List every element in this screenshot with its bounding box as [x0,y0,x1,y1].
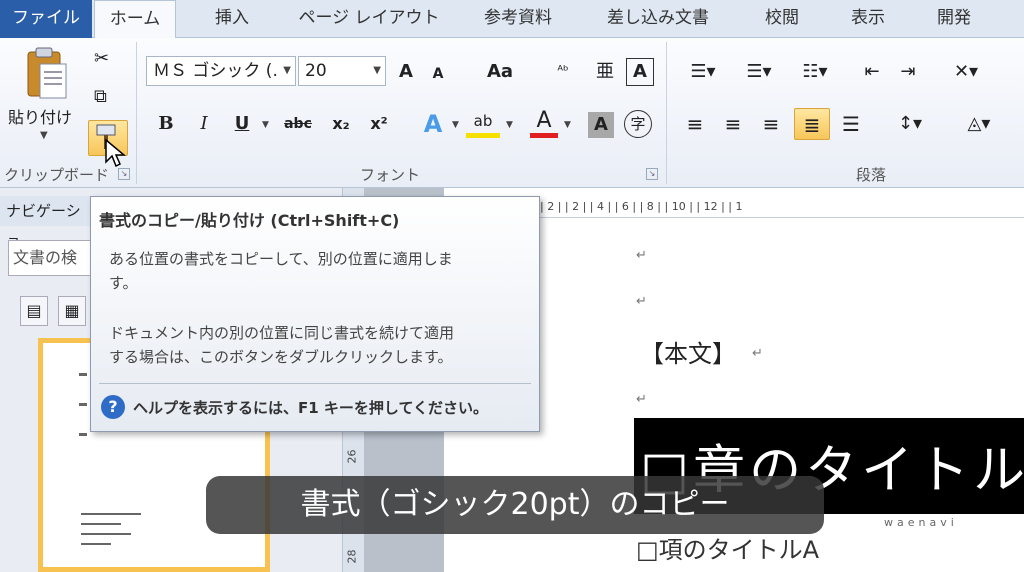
increase-indent-icon[interactable]: ⇥ [894,56,922,88]
tooltip-divider [99,383,531,384]
chevron-down-icon[interactable]: ▼ [564,120,571,130]
align-left-icon[interactable]: ≡ [680,108,710,140]
honbun-heading[interactable]: 【本文】 [640,334,736,369]
paste-button-label[interactable]: 貼り付け [8,104,72,128]
tooltip-body-line: す。 [109,274,138,292]
section-title-text[interactable]: □項のタイトルA [636,530,819,565]
chevron-down-icon[interactable]: ▼ [506,120,513,130]
nav-search-input[interactable]: 文書の検 [8,240,92,276]
tooltip-body-line: ドキュメント内の別の位置に同じ書式を続けて適用 [109,324,455,342]
align-center-icon[interactable]: ≡ [718,108,748,140]
clipboard-group-label: クリップボード [4,166,110,184]
phonetic-guide-button[interactable]: 亜 [590,56,620,88]
nav-pages-icon[interactable]: ▦ [58,296,86,326]
tab-references[interactable]: 参考資料 [466,0,570,38]
subscript-button[interactable]: x₂ [326,108,356,140]
underline-button[interactable]: U [228,108,256,140]
tab-insert[interactable]: 挿入 [196,0,268,38]
tab-file[interactable]: ファイル [0,0,92,38]
grow-font-button[interactable]: A [392,56,420,88]
font-name-combo[interactable]: ＭＳ ゴシック (. ▼ [146,56,296,86]
paragraph-mark: ↵ [752,346,763,361]
numbering-icon[interactable]: ☰▾ [736,56,782,88]
group-divider [136,42,137,184]
text-effect-button[interactable]: A [418,108,448,140]
font-launcher-icon[interactable]: ↘ [646,168,658,180]
character-border-button[interactable]: A [626,58,654,86]
nav-headings-icon[interactable]: ▤ [20,296,48,326]
enclose-character-button[interactable]: 字 [624,110,652,138]
justify-icon[interactable]: ≣ [794,108,830,140]
bullets-icon[interactable]: ☰▾ [680,56,726,88]
font-size-value: 20 [305,61,327,81]
video-caption: 書式（ゴシック20pt）のコピー [206,476,824,534]
watermark: waenavi [884,516,958,529]
clipboard-launcher-icon[interactable]: ↘ [118,168,130,180]
decrease-indent-icon[interactable]: ⇤ [858,56,886,88]
paragraph-mark: ↵ [636,248,647,263]
highlight-button[interactable]: ab [466,108,500,138]
tooltip-body-1: ある位置の書式をコピーして、別の位置に適用しま す。 [109,247,519,295]
italic-button[interactable]: I [190,108,218,140]
font-color-button[interactable]: A [530,108,558,138]
chevron-down-icon[interactable]: ▼ [373,57,381,85]
paste-icon[interactable] [24,46,68,102]
thumbnail-text-line [81,533,131,535]
tab-mailings[interactable]: 差し込み文書 [588,0,728,38]
tab-home[interactable]: ホーム [94,0,176,39]
ribbon: 貼り付け ▼ ✂ ⧉ クリップボード ↘ ＭＳ ゴシック (. ▼ 20 ▼ A… [0,38,1024,188]
tooltip-body-2: ドキュメント内の別の位置に同じ書式を続けて適用 する場合は、このボタンをダブルク… [109,321,519,369]
character-shading-button[interactable]: A [588,112,614,138]
thumbnail-text-line [79,433,87,436]
paragraph-mark: ↵ [636,392,647,407]
tab-view[interactable]: 表示 [836,0,900,38]
tab-developer[interactable]: 開発 [922,0,986,38]
shading-icon[interactable]: ◬▾ [956,108,1002,140]
tooltip-title: 書式のコピー/貼り付け (Ctrl+Shift+C) [99,211,400,230]
chevron-down-icon[interactable]: ▼ [262,120,269,130]
thumbnail-text-line [81,543,111,545]
chevron-down-icon[interactable]: ▼ [452,120,459,130]
change-case-button[interactable]: Aa [480,56,520,88]
bold-button[interactable]: B [152,108,180,140]
superscript-button[interactable]: x² [364,108,394,140]
help-icon: ? [101,395,125,419]
shrink-font-button[interactable]: A [426,58,450,90]
thumbnail-text-line [79,373,87,376]
font-name-value: ＭＳ ゴシック (. [153,61,278,81]
vertical-ruler-mark: 26 [345,449,359,464]
tab-review[interactable]: 校閲 [750,0,814,38]
line-spacing-icon[interactable]: ↕▾ [890,108,930,140]
horizontal-ruler[interactable]: | 2 | | 2 | | 4 | | 6 | | 8 | | 10 | | 1… [540,196,1024,218]
strikethrough-button[interactable]: abc [278,108,318,140]
paragraph-group-label: 段落 [856,166,887,184]
align-right-icon[interactable]: ≡ [756,108,786,140]
format-painter-tooltip: 書式のコピー/貼り付け (Ctrl+Shift+C) ある位置の書式をコピーして… [90,196,540,432]
tooltip-body-line: する場合は、このボタンをダブルクリックします。 [109,348,453,366]
navigation-pane-header: ナビゲーショ [0,196,92,250]
chevron-down-icon[interactable]: ▼ [283,57,291,85]
clear-format-icon[interactable]: ᴬᵇ [548,56,578,88]
group-divider [666,42,667,184]
ribbon-tab-bar: ファイル ホーム 挿入 ページ レイアウト 参考資料 差し込み文書 校閲 表示 … [0,0,1024,39]
chevron-down-icon[interactable]: ▼ [40,130,48,141]
mouse-cursor-icon [105,138,126,168]
thumbnail-text-line [81,523,121,525]
tooltip-body-line: ある位置の書式をコピーして、別の位置に適用しま [109,250,453,268]
asian-layout-icon[interactable]: ✕▾ [944,56,988,88]
paragraph-mark: ↵ [636,294,647,309]
cut-icon[interactable]: ✂ [94,48,109,69]
tab-page-layout[interactable]: ページ レイアウト [288,0,450,38]
thumbnail-text-line [81,513,141,515]
tooltip-help-text: ヘルプを表示するには、F1 キーを押してください。 [133,399,489,417]
multilevel-list-icon[interactable]: ☷▾ [792,56,838,88]
font-group-label: フォント [360,166,421,184]
vertical-ruler-mark: 28 [345,549,359,564]
distributed-icon[interactable]: ☰ [836,108,866,140]
copy-icon[interactable]: ⧉ [94,86,107,107]
thumbnail-text-line [79,403,87,406]
font-size-combo[interactable]: 20 ▼ [298,56,386,86]
